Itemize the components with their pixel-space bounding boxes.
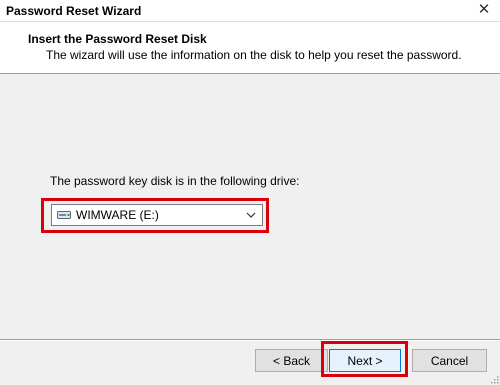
wizard-header: Insert the Password Reset Disk The wizar… — [0, 22, 500, 74]
footer-divider — [0, 339, 500, 341]
chevron-down-icon[interactable] — [244, 207, 258, 223]
page-subtitle: The wizard will use the information on t… — [46, 48, 462, 62]
next-button[interactable]: Next > — [329, 349, 401, 372]
drive-selected-value: WIMWARE (E:) — [76, 208, 159, 222]
cancel-button[interactable]: Cancel — [412, 349, 487, 372]
usb-drive-icon — [57, 211, 71, 219]
back-button[interactable]: < Back — [255, 349, 328, 372]
resize-grip-icon[interactable] — [489, 374, 499, 384]
drive-dropdown[interactable]: WIMWARE (E:) — [51, 204, 263, 226]
title-bar: Password Reset Wizard ✕ — [0, 0, 500, 22]
drive-label: The password key disk is in the followin… — [50, 174, 300, 188]
page-title: Insert the Password Reset Disk — [28, 32, 207, 46]
close-icon[interactable]: ✕ — [476, 2, 492, 18]
window-title: Password Reset Wizard — [6, 4, 142, 18]
